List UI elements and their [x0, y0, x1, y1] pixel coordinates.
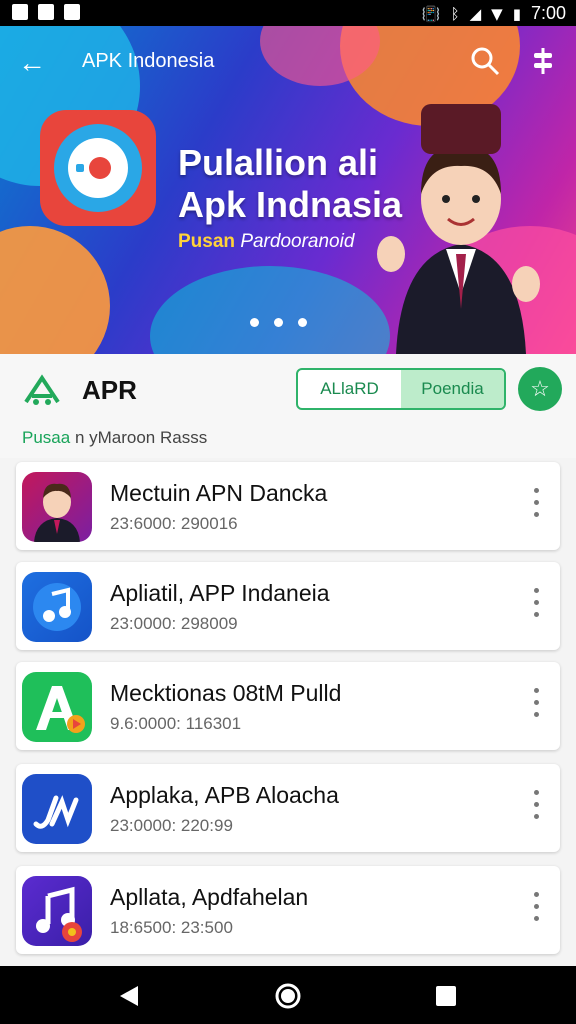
list-item[interactable]: Apliatil, APP Indaneia 23:0000: 298009	[16, 562, 560, 650]
wifi-icon: ▼	[491, 4, 503, 23]
carousel-dot[interactable]	[298, 318, 307, 327]
battery-icon: ▮	[512, 4, 521, 23]
banner-subtitle: Pusan Pardooranoid	[178, 231, 354, 253]
more-vert-icon[interactable]	[534, 588, 540, 624]
android-home-icon	[24, 374, 60, 405]
avatar-icon	[22, 472, 92, 542]
banner-app-logo	[40, 110, 156, 226]
toggle-option-right[interactable]: Poendia	[401, 370, 504, 408]
app-name: Mectuin APN Dancka	[110, 480, 328, 506]
app-name: Mecktionas 08tM Pulld	[110, 680, 342, 706]
bluetooth-icon: ᛒ	[450, 4, 460, 23]
section-subtitle-accent: Pusaa	[22, 428, 71, 447]
list-item[interactable]: Apllata, Apdfahelan 18:6500: 23:500	[16, 866, 560, 954]
pen-icon	[22, 774, 92, 844]
banner-subtitle-accent: Pusan	[178, 231, 236, 252]
app-name: Apllata, Apdfahelan	[110, 884, 309, 910]
star-icon[interactable]: ☆	[518, 367, 562, 411]
letter-a-icon	[22, 672, 92, 742]
vibrate-icon: 📳	[421, 4, 441, 23]
section-title: APR	[82, 375, 137, 405]
notification-icon	[12, 4, 28, 20]
segmented-toggle[interactable]: ALlaRD Poendia	[296, 368, 506, 410]
app-meta: 9.6:0000: 116301	[110, 714, 242, 733]
carousel-dot[interactable]	[274, 318, 283, 327]
more-vert-icon[interactable]	[534, 892, 540, 928]
app-name: Applaka, APB Aloacha	[110, 782, 339, 808]
music-note-icon	[22, 572, 92, 642]
list-item[interactable]: Applaka, APB Aloacha 23:0000: 220:99	[16, 764, 560, 852]
recents-square-icon[interactable]	[434, 984, 458, 1008]
banner-title-line2: Apk Indnasia	[178, 184, 403, 225]
more-vert-icon[interactable]	[534, 688, 540, 724]
list-item[interactable]: Mecktionas 08tM Pulld 9.6:0000: 116301	[16, 662, 560, 750]
carousel-dot[interactable]	[250, 318, 259, 327]
home-circle-icon[interactable]	[274, 982, 302, 1010]
tune-icon[interactable]	[530, 46, 556, 76]
toggle-option-left[interactable]: ALlaRD	[298, 370, 401, 408]
banner-title: Pulallion ali Apk Indnasia	[178, 142, 418, 226]
banner-subtitle-text: Pardooranoid	[240, 231, 355, 252]
app-meta: 23:0000: 220:99	[110, 816, 233, 835]
back-arrow-icon[interactable]: ←	[18, 49, 52, 77]
app-meta: 23:6000: 290016	[110, 514, 238, 533]
back-triangle-icon[interactable]	[118, 984, 142, 1008]
image-icon	[38, 4, 54, 20]
search-icon[interactable]	[470, 46, 500, 76]
more-vert-icon[interactable]	[534, 488, 540, 524]
status-time: 7:00	[530, 3, 566, 23]
list-item[interactable]: Mectuin APN Dancka 23:6000: 290016	[16, 462, 560, 550]
more-vert-icon[interactable]	[534, 790, 540, 826]
app-name: Apliatil, APP Indaneia	[110, 580, 330, 606]
banner-title-line1: Pulallion ali	[178, 142, 379, 183]
section-subtitle: Pusaa n yMaroon Rasss	[22, 428, 207, 448]
app-meta: 18:6500: 23:500	[110, 918, 233, 937]
signal-icon: ◢	[469, 4, 482, 23]
app-bar-title: APK Indonesia	[82, 50, 215, 72]
download-icon	[64, 4, 80, 20]
status-bar: 📳 ᛒ ◢ ▼ ▮ 7:00	[0, 0, 576, 26]
system-navigation-bar	[0, 966, 576, 1024]
section-subtitle-text: n yMaroon Rasss	[74, 428, 208, 447]
music-note-icon	[22, 876, 92, 946]
app-meta: 23:0000: 298009	[110, 614, 238, 633]
